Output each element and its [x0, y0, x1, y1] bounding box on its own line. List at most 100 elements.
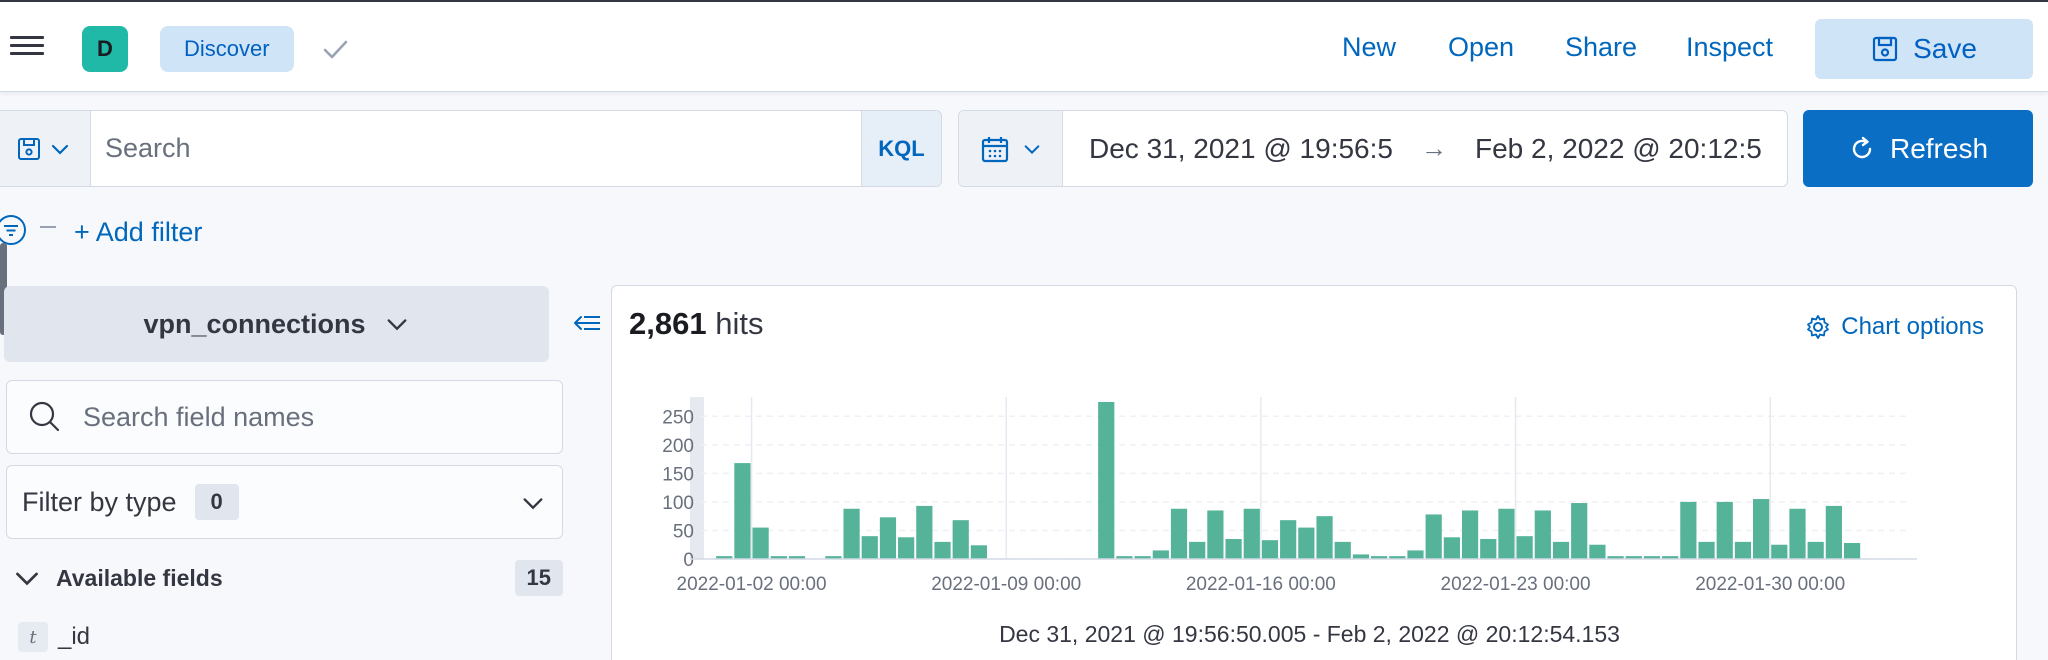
chevron-down-icon: [523, 498, 543, 510]
refresh-icon: [1852, 136, 1872, 158]
x-tick-label: 2022-01-30 00:00: [1695, 574, 1845, 595]
chevron-down-icon: [1024, 144, 1039, 154]
histogram-bar[interactable]: [1334, 541, 1351, 559]
index-pattern-selector[interactable]: vpn_connections: [4, 286, 549, 362]
filter-menu-icon[interactable]: [0, 213, 28, 247]
histogram-bar[interactable]: [1243, 508, 1260, 559]
query-language-toggle[interactable]: KQL: [861, 111, 941, 186]
histogram-bar[interactable]: [1461, 510, 1479, 559]
histogram-bar[interactable]: [1789, 508, 1806, 559]
histogram-bar[interactable]: [916, 505, 933, 559]
histogram-bar[interactable]: [898, 537, 915, 559]
histogram-bar[interactable]: [1516, 536, 1533, 559]
time-range-caption: Dec 31, 2021 @ 19:56:50.005 - Feb 2, 202…: [999, 621, 1620, 647]
share-link[interactable]: Share: [1565, 32, 1637, 63]
histogram-bar[interactable]: [1716, 501, 1733, 559]
histogram-bar[interactable]: [1589, 544, 1606, 559]
histogram-bar[interactable]: [879, 517, 897, 559]
histogram-bar[interactable]: [1261, 540, 1279, 559]
histogram-bar[interactable]: [1189, 541, 1206, 559]
field-name: _id: [58, 623, 91, 650]
y-tick-label: 50: [673, 521, 694, 542]
histogram-bar[interactable]: [1316, 516, 1333, 559]
add-filter-button[interactable]: + Add filter: [74, 217, 202, 248]
histogram-bar[interactable]: [1552, 541, 1570, 559]
filter-divider: [40, 226, 56, 228]
histogram-bar[interactable]: [843, 508, 860, 559]
available-fields-label: Available fields: [56, 564, 223, 591]
histogram-bar[interactable]: [1843, 543, 1861, 559]
histogram-bar[interactable]: [952, 520, 969, 559]
search-input[interactable]: [91, 111, 861, 186]
refresh-button[interactable]: Refresh: [1803, 110, 2033, 187]
histogram-bar[interactable]: [1298, 527, 1315, 559]
y-tick-label: 100: [662, 493, 694, 514]
top-header: D Discover New Open Share Inspect Save: [0, 0, 2048, 92]
start-date[interactable]: Dec 31, 2021 @ 19:56:5: [1089, 133, 1393, 165]
saved-query-menu[interactable]: [0, 111, 91, 186]
x-tick-label: 2022-01-16 00:00: [1186, 574, 1336, 595]
string-type-icon: t: [18, 622, 48, 652]
histogram-bar[interactable]: [1170, 508, 1188, 559]
histogram-bar[interactable]: [1480, 539, 1497, 559]
breadcrumb-discover[interactable]: Discover: [160, 26, 294, 72]
search-icon: [29, 401, 60, 432]
histogram-bar[interactable]: [1734, 541, 1752, 559]
calendar-icon: [981, 136, 1008, 162]
histogram-bar[interactable]: [1425, 514, 1442, 559]
query-bar: KQL: [0, 110, 942, 187]
filter-count-badge: 0: [194, 484, 239, 520]
histogram-bar[interactable]: [1571, 503, 1588, 559]
histogram-bar[interactable]: [1098, 402, 1115, 559]
y-tick-label: 250: [662, 407, 694, 428]
open-link[interactable]: Open: [1448, 32, 1514, 63]
histogram-bar[interactable]: [1407, 550, 1424, 559]
save-label: Save: [1913, 33, 1977, 64]
saved-query-icon: [17, 137, 40, 160]
filter-by-type-dropdown[interactable]: Filter by type 0: [6, 465, 563, 539]
available-fields-toggle[interactable]: Available fields 15: [12, 558, 563, 598]
y-tick-label: 150: [662, 464, 694, 485]
space-avatar[interactable]: D: [82, 26, 128, 72]
collapse-sidebar-icon[interactable]: [570, 306, 604, 340]
histogram-bar[interactable]: [1207, 510, 1224, 559]
histogram-bar[interactable]: [1680, 501, 1697, 559]
end-date[interactable]: Feb 2, 2022 @ 20:12:5: [1475, 133, 1762, 165]
y-tick-label: 0: [683, 550, 694, 571]
chevron-down-icon: [387, 319, 406, 331]
histogram-bar[interactable]: [752, 527, 769, 559]
field-name-search-input[interactable]: [83, 401, 543, 433]
save-button[interactable]: Save: [1815, 19, 2033, 79]
inspect-link[interactable]: Inspect: [1686, 32, 1773, 63]
histogram-bar[interactable]: [970, 545, 988, 559]
quick-date-menu[interactable]: [959, 111, 1063, 186]
results-panel: 2,861 hits Chart options 0 50 100 150 200 250…: [611, 285, 2017, 660]
available-fields-count: 15: [514, 560, 563, 596]
histogram-bar[interactable]: [861, 536, 878, 559]
histogram-bar[interactable]: [1280, 520, 1297, 559]
histogram-bar[interactable]: [1152, 550, 1169, 559]
histogram-bar[interactable]: [934, 541, 951, 559]
new-link[interactable]: New: [1342, 32, 1396, 63]
histogram-bar[interactable]: [1825, 505, 1842, 559]
chevron-down-icon: [16, 572, 38, 586]
index-pattern-name: vpn_connections: [143, 308, 366, 339]
histogram-bar[interactable]: [1698, 541, 1715, 559]
histogram-bar[interactable]: [1771, 544, 1788, 559]
date-range: Dec 31, 2021 @ 19:56:5 → Feb 2, 2022 @ 2…: [1063, 111, 1787, 186]
histogram-bar[interactable]: [1225, 539, 1242, 559]
histogram-bar[interactable]: [734, 463, 751, 559]
field-item[interactable]: t _id: [18, 620, 90, 654]
x-tick-label: 2022-01-02 00:00: [677, 574, 827, 595]
hits-histogram-chart: 0 50 100 150 200 250 2022-01-02 00:00 2022-01-0…: [662, 397, 1917, 647]
filter-by-type-label: Filter by type: [22, 486, 177, 517]
histogram-bar[interactable]: [1498, 508, 1515, 559]
histogram-bar[interactable]: [1443, 537, 1460, 559]
histogram-bar[interactable]: [1753, 499, 1770, 559]
hamburger-menu-icon[interactable]: [10, 32, 44, 62]
x-tick-label: 2022-01-09 00:00: [931, 574, 1081, 595]
histogram-bar[interactable]: [1534, 510, 1551, 559]
date-picker: Dec 31, 2021 @ 19:56:5 → Feb 2, 2022 @ 2…: [958, 110, 1788, 187]
field-search: [6, 380, 563, 454]
histogram-bar[interactable]: [1807, 541, 1824, 559]
